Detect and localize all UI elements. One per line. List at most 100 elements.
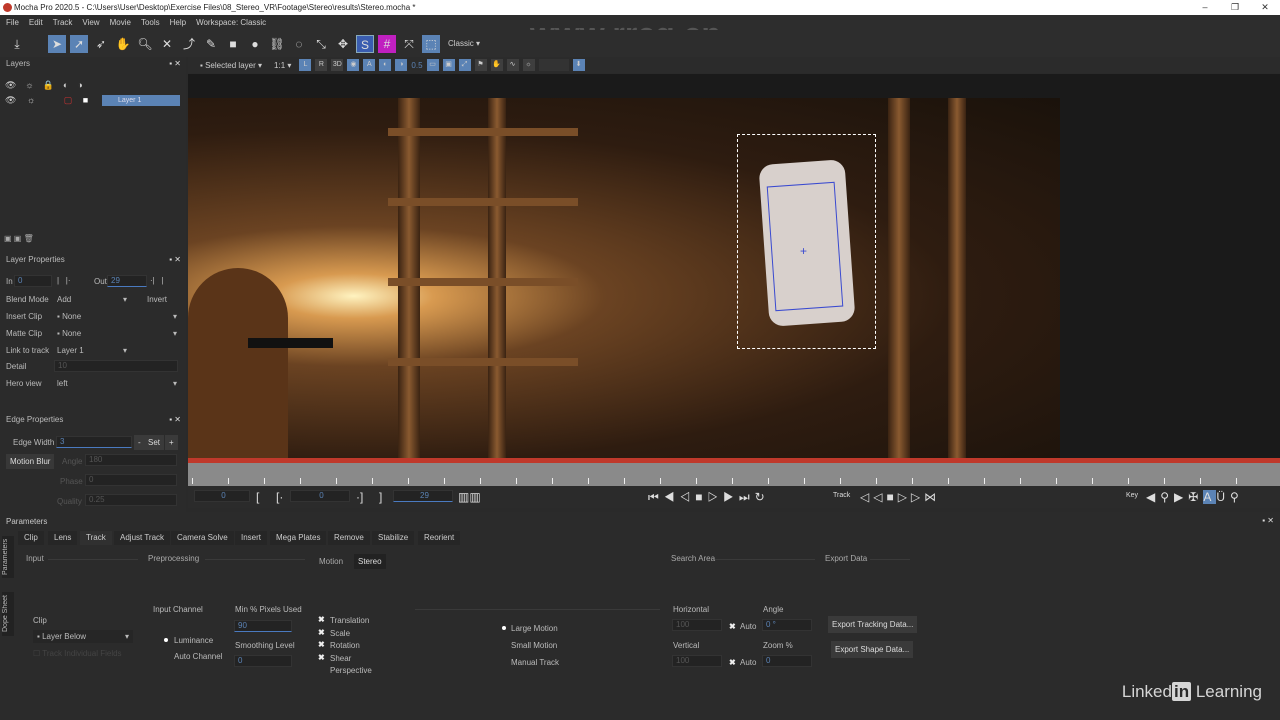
visibility-icon[interactable]: 👁︎ <box>5 95 16 105</box>
shear-checkbox[interactable]: ✖ <box>318 653 325 662</box>
fit-icon[interactable]: ⤧ <box>400 35 418 53</box>
blur-angle-field[interactable]: 180 <box>85 454 177 466</box>
circle-tool-icon[interactable]: ● <box>246 35 264 53</box>
translation-checkbox[interactable]: ✖ <box>318 615 325 624</box>
manual-track-radio[interactable]: Manual Track <box>511 658 559 667</box>
export-tracking-data-button[interactable]: Export Tracking Data... <box>828 616 918 633</box>
insert-clip-select[interactable]: ▪ None ▾ <box>57 312 177 321</box>
tab-mega-plates[interactable]: Mega Plates <box>270 531 327 545</box>
rotate-tool-icon[interactable]: ◌ <box>290 35 308 53</box>
maximize-button[interactable]: ❐ <box>1220 0 1250 15</box>
frame-icon[interactable]: ⬚ <box>422 34 440 53</box>
settings-icon[interactable]: ☼ <box>522 59 535 71</box>
layer-actions[interactable]: ▣ ▣ 🗑︎ <box>4 234 34 243</box>
zoom-icon[interactable]: 🔍︎ <box>136 35 154 53</box>
smoothing-field[interactable]: 0 <box>234 655 292 667</box>
link-to-track-select[interactable]: Layer 1 ▾ <box>57 346 127 355</box>
track-buttons[interactable]: ◁◁■▷▷⋈ <box>860 490 940 504</box>
tab-insert[interactable]: Insert <box>235 531 268 545</box>
menu-file[interactable]: File <box>6 15 19 30</box>
tab-remove[interactable]: Remove <box>328 531 370 545</box>
blend-mode-select[interactable]: Add ▾ <box>57 295 127 304</box>
playback-buttons[interactable]: ⏮◀◁■▷▶⏭↻ <box>648 490 770 505</box>
select-points-tool-icon[interactable]: ➚ <box>70 34 88 53</box>
panel-controls[interactable]: ▪ ✕ <box>169 57 181 71</box>
motion-toggle[interactable]: Motion <box>319 557 343 566</box>
out-frame-field[interactable]: 29 <box>393 490 453 502</box>
panel-controls[interactable]: ▪ ✕ <box>169 253 181 267</box>
timeline-bar[interactable] <box>188 458 1280 486</box>
invert-checkbox[interactable]: Invert <box>147 295 167 304</box>
menu-view[interactable]: View <box>82 15 99 30</box>
edge-width-set-button[interactable]: Set <box>144 435 165 450</box>
export-icon[interactable]: ⬇ <box>572 59 585 71</box>
layer-name[interactable]: Layer 1 <box>102 95 180 106</box>
layer-color-icon[interactable]: ▢ <box>64 95 73 105</box>
left-view-icon[interactable]: L <box>299 59 312 71</box>
export-shape-data-button[interactable]: Export Shape Data... <box>831 641 914 658</box>
blur-quality-field[interactable]: 0.25 <box>85 494 177 506</box>
perspective-checkbox[interactable]: Perspective <box>330 666 372 675</box>
clip-select[interactable]: ▪ Layer Below ▾ <box>33 630 133 643</box>
vertical-auto-checkbox[interactable]: ✖ <box>729 658 736 667</box>
auto-channel-radio[interactable]: Auto Channel <box>174 652 222 661</box>
surface-center-icon[interactable]: + <box>800 244 807 258</box>
out-field[interactable]: 29 <box>107 275 147 287</box>
viewer-field[interactable] <box>538 59 569 71</box>
current-frame-field[interactable]: 0 <box>194 490 250 502</box>
side-tab-parameters[interactable]: Parameters <box>2 536 14 578</box>
menu-workspace[interactable]: Workspace: Classic <box>196 15 266 30</box>
motion-blur-button[interactable]: Motion Blur <box>6 454 55 469</box>
hero-view-select[interactable]: left ▾ <box>57 379 177 388</box>
min-pixels-field[interactable]: 90 <box>234 620 292 632</box>
layers-view-icon[interactable]: ▣ <box>442 59 455 71</box>
viewer-canvas[interactable]: + <box>188 74 1280 458</box>
in-frame-field[interactable]: 0 <box>290 490 350 502</box>
tab-camera-solve[interactable]: Camera Solve <box>171 531 234 545</box>
scale-tool-icon[interactable]: ⤡ <box>312 35 330 53</box>
menu-track[interactable]: Track <box>53 15 73 30</box>
out-buttons[interactable]: ·| | <box>150 276 164 285</box>
brush-tool-icon[interactable]: ✎ <box>202 35 220 53</box>
select-tool-icon[interactable]: ➤ <box>48 34 66 53</box>
add-point-tool-icon[interactable]: ➶ <box>92 35 110 53</box>
luminance-radio[interactable] <box>164 638 168 642</box>
set-out-icon[interactable]: ] <box>379 490 382 504</box>
tab-stabilize[interactable]: Stabilize <box>372 531 415 545</box>
matte-clip-select[interactable]: ▪ None ▾ <box>57 329 177 338</box>
in-buttons[interactable]: | |· <box>57 276 71 285</box>
search-angle-field[interactable]: 0 ° <box>762 619 812 631</box>
alpha-button[interactable]: A <box>363 59 376 71</box>
stereo-toggle[interactable]: Stereo <box>354 554 386 569</box>
tab-reorient[interactable]: Reorient <box>418 531 461 545</box>
edge-width-increase-button[interactable]: + <box>165 435 178 450</box>
panel-controls[interactable]: ▪ ✕ <box>169 413 181 427</box>
tab-track[interactable]: Track <box>80 531 112 545</box>
matte-view-icon[interactable]: ◐ <box>379 59 392 71</box>
monitor-icon[interactable]: ▭ <box>426 59 439 71</box>
track-individual-fields-checkbox[interactable]: ☐ Track Individual Fields <box>33 649 122 658</box>
horizontal-auto-checkbox[interactable]: ✖ <box>729 622 736 631</box>
stabilize-icon[interactable]: ⚑ <box>474 59 487 71</box>
zoom-ratio-select[interactable]: 1:1 ▾ <box>270 61 295 70</box>
in-field[interactable]: 0 <box>14 275 52 287</box>
tab-adjust-track[interactable]: Adjust Track <box>114 531 171 545</box>
tracking-icon[interactable]: ⤢ <box>458 59 471 71</box>
keyframe-buttons[interactable]: ◀⚲▶✠AÜ⚲ <box>1146 490 1244 504</box>
set-in-icon[interactable]: [ <box>256 490 259 504</box>
go-out-icon[interactable]: ·] <box>356 490 363 504</box>
horizontal-field[interactable]: 100 <box>672 619 722 631</box>
pan-hand-icon[interactable]: ✋ <box>114 35 132 53</box>
close-button[interactable]: ✕ <box>1250 0 1280 15</box>
go-in-icon[interactable]: [· <box>276 490 283 504</box>
link-tool-icon[interactable]: ⛓ <box>268 35 286 53</box>
motion-path-icon[interactable]: ∿ <box>506 59 519 71</box>
right-view-button[interactable]: R <box>315 59 328 71</box>
rectangle-tool-icon[interactable]: ■ <box>224 35 242 53</box>
save-icon[interactable]: ⤓ <box>8 35 26 53</box>
vertical-field[interactable]: 100 <box>672 655 722 667</box>
move-tool-icon[interactable]: ✥ <box>334 35 352 53</box>
rgb-icon[interactable]: ◉ <box>347 59 360 71</box>
search-zoom-field[interactable]: 0 <box>762 655 812 667</box>
hand-icon[interactable]: ✋ <box>490 59 503 71</box>
